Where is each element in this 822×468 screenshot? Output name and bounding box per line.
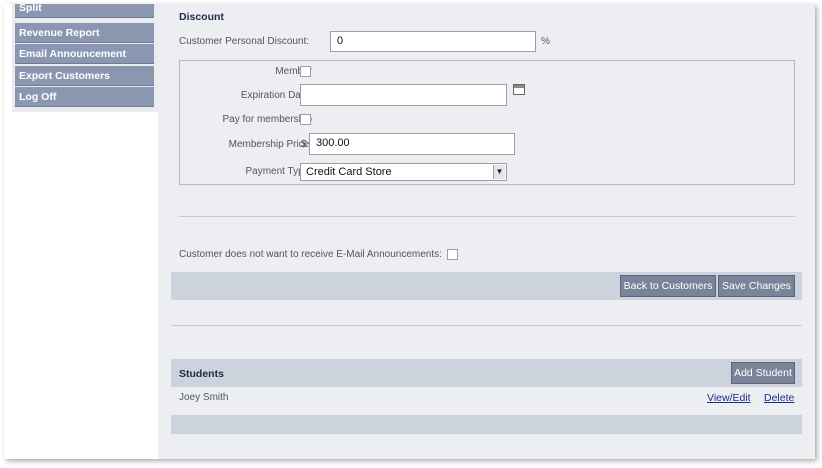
back-to-customers-button[interactable]: Back to Customers	[620, 275, 716, 297]
student-name: Joey Smith	[179, 392, 229, 403]
member-checkbox[interactable]	[300, 66, 311, 77]
students-footer-bar	[171, 415, 802, 434]
email-optout-checkbox[interactable]	[447, 249, 458, 260]
sidebar-item-export-customers[interactable]: Export Customers	[15, 66, 154, 86]
payment-type-value: Credit Card Store	[306, 166, 392, 178]
divider	[179, 216, 795, 217]
discount-heading: Discount	[179, 11, 224, 23]
sidebar-item-split[interactable]: Split	[15, 4, 154, 18]
percent-unit: %	[541, 36, 550, 47]
membership-price-input[interactable]: 300.00	[309, 133, 515, 155]
students-heading: Students	[179, 368, 224, 380]
students-header-bar	[171, 359, 802, 387]
calendar-icon[interactable]	[513, 84, 525, 95]
personal-discount-input[interactable]: 0	[330, 31, 536, 52]
save-changes-button[interactable]: Save Changes	[718, 275, 795, 297]
view-edit-link[interactable]: View/Edit	[707, 392, 751, 404]
main-content: Discount Customer Personal Discount: 0 %…	[158, 4, 815, 459]
sidebar: Split Revenue Report Email Announcement …	[12, 4, 158, 112]
delete-link[interactable]: Delete	[764, 392, 794, 404]
app-window: Split Revenue Report Email Announcement …	[4, 4, 815, 459]
member-label: Member	[275, 66, 312, 77]
pay-membership-checkbox[interactable]	[300, 114, 311, 125]
divider	[171, 325, 802, 326]
expiration-date-label: Expiration Date:	[240, 90, 312, 101]
expiration-date-input[interactable]	[300, 84, 507, 106]
chevron-down-icon[interactable]: ▼	[493, 165, 505, 179]
sidebar-item-email-announcement[interactable]: Email Announcement	[15, 44, 154, 64]
personal-discount-label: Customer Personal Discount:	[179, 36, 310, 47]
add-student-button[interactable]: Add Student	[731, 362, 795, 384]
email-optout-label: Customer does not want to receive E-Mail…	[179, 249, 442, 260]
payment-type-label: Payment Type:	[245, 166, 312, 177]
pay-membership-label: Pay for membership	[222, 114, 312, 125]
membership-price-label: Membership Price:	[228, 139, 312, 150]
sidebar-item-revenue-report[interactable]: Revenue Report	[15, 23, 154, 43]
price-currency: $	[301, 139, 307, 150]
payment-type-select[interactable]: Credit Card Store ▼	[300, 163, 507, 181]
sidebar-item-log-off[interactable]: Log Off	[15, 87, 154, 107]
